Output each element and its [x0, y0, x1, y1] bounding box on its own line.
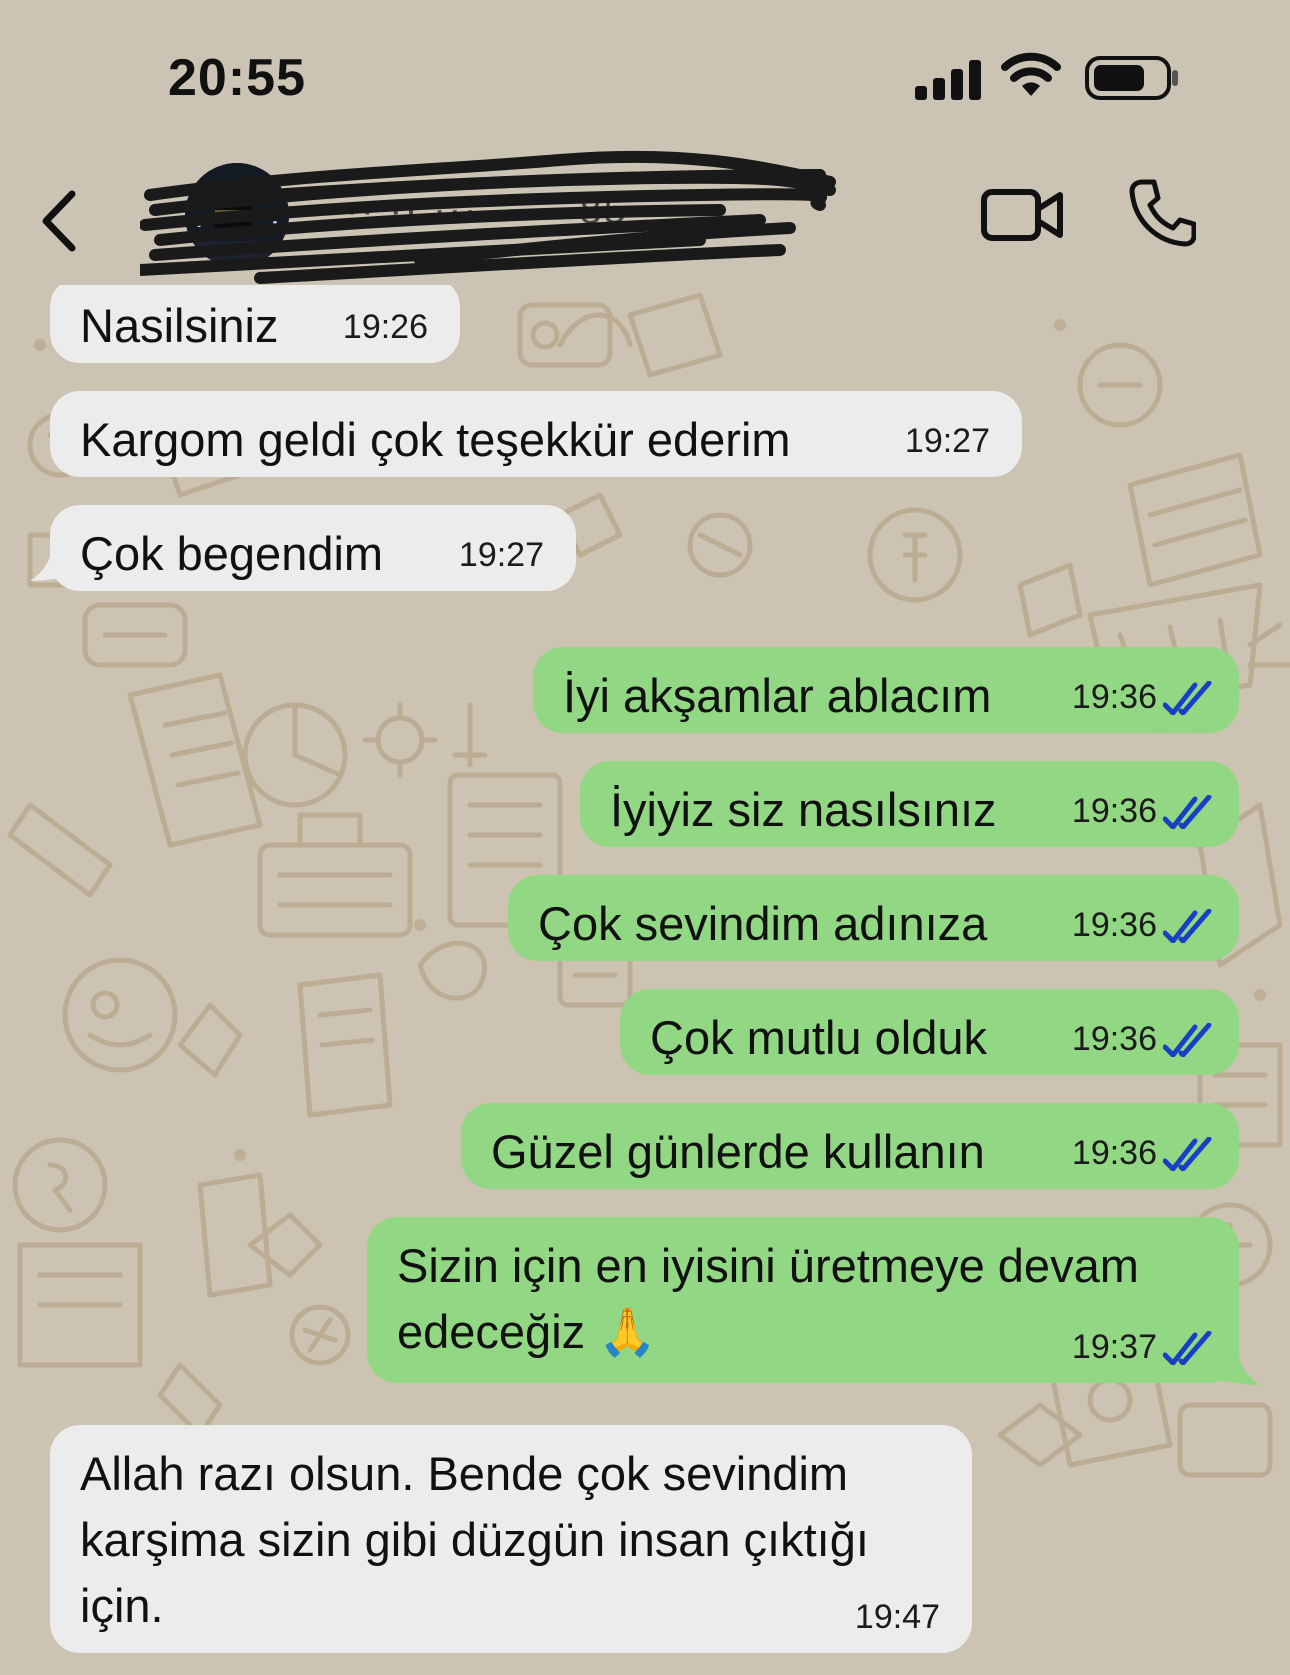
- message-text: Güzel günlerde kullanın: [491, 1125, 985, 1178]
- message-bubble-outgoing[interactable]: Güzel günlerde kullanın 19:36: [461, 1103, 1239, 1189]
- read-ticks-icon: [1163, 909, 1212, 943]
- message-text: İyi akşamlar ablacım: [563, 669, 992, 722]
- read-ticks-icon: [1163, 795, 1212, 829]
- status-time: 20:55: [168, 49, 306, 107]
- message-text: Çok sevindim adınıza: [538, 897, 988, 950]
- read-ticks-icon: [1163, 1137, 1212, 1171]
- message-text: Çok mutlu olduk: [650, 1011, 987, 1064]
- read-ticks-icon: [1163, 681, 1212, 715]
- redaction-scribble: [140, 150, 836, 284]
- phone-icon[interactable]: [1128, 178, 1196, 248]
- message-time: 19:36: [1071, 792, 1157, 830]
- message-bubble-incoming[interactable]: Kargom geldi çok teşekkür ederim 19:27: [50, 391, 1022, 477]
- message-bubble-incoming[interactable]: Çok begendim 19:27: [50, 505, 576, 591]
- message-text: Çok begendim: [80, 527, 384, 580]
- video-camera-icon[interactable]: [980, 185, 1065, 245]
- message-time: 19:36: [1071, 678, 1157, 716]
- message-text: Nasilsiniz: [80, 299, 279, 352]
- message-time: 19:47: [854, 1598, 940, 1636]
- message-time: 19:36: [1071, 1134, 1157, 1172]
- chat-area[interactable]: Nasilsiniz 19:26 Kargom geldi çok teşekk…: [0, 285, 1290, 1675]
- message-bubble-outgoing[interactable]: İyiyiz siz nasılsınız 19:36: [580, 761, 1239, 847]
- chat-header: ··· ·· ··· ·· ·· 85: [0, 150, 1290, 285]
- message-time: 19:37: [1071, 1328, 1157, 1366]
- read-ticks-icon: [1163, 1023, 1212, 1057]
- cellular-signal-icon: [915, 58, 981, 100]
- chevron-left-icon[interactable]: [36, 186, 86, 256]
- status-bar: 20:55: [0, 0, 1290, 150]
- message-bubble-incoming[interactable]: Allah razı olsun. Bende çok sevindim kar…: [50, 1425, 972, 1653]
- message-text: Kargom geldi çok teşekkür ederim: [80, 413, 791, 466]
- message-time: 19:26: [342, 308, 428, 346]
- message-bubble-outgoing[interactable]: Çok mutlu olduk 19:36: [620, 989, 1239, 1075]
- message-bubble-outgoing[interactable]: İyi akşamlar ablacım 19:36: [533, 647, 1239, 733]
- wifi-icon: [1001, 52, 1061, 96]
- battery-icon: [1085, 56, 1178, 100]
- message-bubble-outgoing[interactable]: Sizin için en iyisini üretmeye devam ede…: [367, 1217, 1239, 1383]
- message-bubble-incoming[interactable]: Nasilsiniz 19:26: [50, 285, 460, 363]
- message-time: 19:27: [458, 536, 544, 574]
- message-time: 19:27: [904, 422, 990, 460]
- message-bubble-outgoing[interactable]: Çok sevindim adınıza 19:36: [508, 875, 1239, 961]
- message-time: 19:36: [1071, 906, 1157, 944]
- message-text: İyiyiz siz nasılsınız: [610, 783, 997, 836]
- message-text: Sizin için en iyisini üretmeye devam ede…: [397, 1239, 1139, 1358]
- read-ticks-icon: [1163, 1331, 1212, 1365]
- message-time: 19:36: [1071, 1020, 1157, 1058]
- message-text: Allah razı olsun. Bende çok sevindim kar…: [80, 1447, 869, 1632]
